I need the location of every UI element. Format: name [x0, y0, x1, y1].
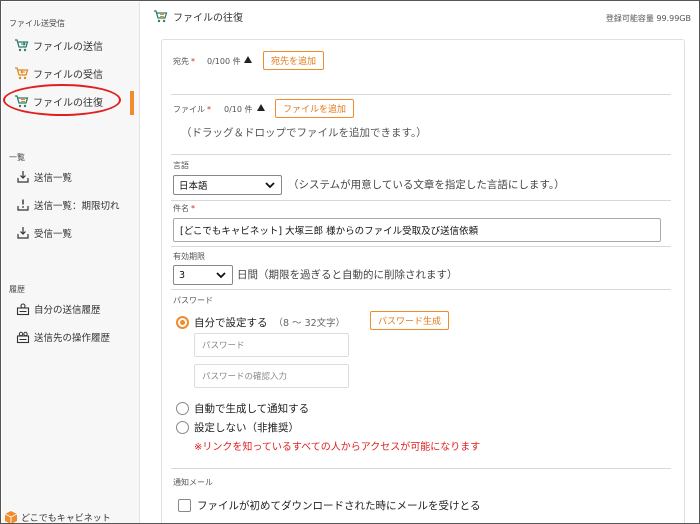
language-select-value: 日本語 — [179, 181, 208, 192]
sidebar: ファイル送受信 ファイルの送信 ファイルの受信 ファイルの往復 一覧 送信一覧 … — [2, 2, 140, 523]
notify-first-download-checkbox[interactable] — [178, 499, 191, 512]
cart-send-icon — [14, 38, 29, 53]
expiry-unit-hint: 日間（期限を過ぎると自動的に削除されます） — [237, 269, 458, 281]
app-window: ファイル送受信 ファイルの送信 ファイルの受信 ファイルの往復 一覧 送信一覧 … — [0, 0, 700, 524]
highlight-annotation — [3, 84, 121, 116]
password-warning: ※リンクを知っているすべての人からアクセスが可能になります — [194, 442, 481, 453]
files-count: 0/10 件 — [224, 105, 253, 114]
generate-password-button[interactable]: パスワード生成 — [370, 311, 450, 330]
password-self-label: 自分で設定する （8 〜 32文字） — [194, 317, 346, 329]
active-indicator — [130, 91, 134, 115]
divider — [171, 289, 671, 290]
password-self-radio[interactable] — [176, 316, 189, 329]
sidebar-item-label: 送信先の操作履歴 — [34, 333, 111, 344]
user-history-icon — [15, 302, 30, 317]
language-hint: （システムが用意している文章を指定した言語にします。） — [288, 179, 565, 191]
recipients-count: 0/100 件 — [207, 57, 241, 66]
page-title-text: ファイルの往復 — [173, 13, 243, 24]
sidebar-item-label: ファイルの受信 — [33, 69, 103, 81]
expiry-select[interactable]: 3 — [173, 265, 233, 285]
sidebar-item-label: 送信一覧：期限切れ — [34, 201, 120, 212]
add-recipient-button[interactable]: 宛先を追加 — [263, 51, 325, 70]
sidebar-item-send[interactable]: ファイルの送信 — [14, 35, 103, 55]
divider — [171, 94, 671, 95]
sidebar-item-receive[interactable]: ファイルの受信 — [14, 63, 103, 83]
cabinet-logo-icon — [4, 510, 18, 523]
section-label-transfer: ファイル送受信 — [9, 19, 65, 28]
password-none-label: 設定しない（非推奨） — [194, 422, 299, 434]
cart-receive-icon — [14, 66, 29, 81]
expiry-label: 有効期限 — [173, 252, 205, 261]
password-confirm-input[interactable]: パスワードの確認入力 — [194, 364, 349, 388]
users-history-icon — [15, 330, 30, 345]
sidebar-item-sent-list[interactable]: 送信一覧 — [15, 167, 72, 187]
add-file-button[interactable]: ファイルを追加 — [275, 99, 355, 118]
subject-input[interactable]: [どこでもキャビネット] 大塚三郎 様からのファイル受取及び送信依頼 — [173, 218, 661, 242]
page-title: ファイルの往復 — [153, 9, 243, 24]
password-none-radio[interactable] — [176, 421, 189, 434]
sidebar-item-my-history[interactable]: 自分の送信履歴 — [15, 299, 101, 319]
divider — [171, 154, 671, 155]
password-auto-radio[interactable] — [176, 402, 189, 415]
section-label-list: 一覧 — [9, 153, 25, 162]
subject-label: 件名 * — [173, 204, 195, 213]
tray-alert-icon — [15, 198, 30, 213]
collapse-up-icon[interactable] — [244, 56, 252, 63]
chevron-down-icon — [215, 269, 227, 284]
capacity-label: 登録可能容量 99.99GB — [605, 14, 691, 23]
files-label: ファイル * — [173, 105, 211, 114]
password-label: パスワード — [173, 296, 213, 305]
recipients-label: 宛先 * — [173, 57, 195, 66]
tray-download-icon — [15, 226, 30, 241]
sidebar-item-received-list[interactable]: 受信一覧 — [15, 223, 72, 243]
brand-logo: どこでもキャビネット — [4, 510, 111, 524]
sidebar-item-label: 受信一覧 — [34, 229, 73, 240]
sidebar-item-label: 送信一覧 — [34, 173, 73, 184]
divider — [171, 468, 671, 469]
password-auto-label: 自動で生成して通知する — [194, 403, 310, 415]
language-select[interactable]: 日本語 — [173, 175, 282, 195]
chevron-down-icon — [264, 179, 276, 194]
file-drop-zone[interactable]: （ドラッグ＆ドロップでファイルを追加できます。） — [181, 125, 427, 140]
collapse-up-icon[interactable] — [257, 104, 265, 111]
notify-label: 通知メール — [173, 478, 213, 487]
divider — [171, 200, 671, 201]
section-label-history: 履歴 — [9, 285, 25, 294]
notify-first-download-label: ファイルが初めてダウンロードされた時にメールを受けとる — [197, 500, 481, 512]
sidebar-item-recipient-history[interactable]: 送信先の操作履歴 — [15, 327, 110, 347]
password-input[interactable]: パスワード — [194, 333, 349, 357]
sidebar-item-sent-expired[interactable]: 送信一覧：期限切れ — [15, 195, 120, 215]
cart-roundtrip-icon — [153, 9, 168, 24]
sidebar-item-label: ファイルの送信 — [33, 41, 103, 53]
sidebar-item-label: 自分の送信履歴 — [34, 305, 101, 316]
language-label: 言語 — [173, 161, 189, 170]
divider — [171, 246, 671, 247]
brand-name: どこでもキャビネット — [21, 513, 111, 524]
tray-download-icon — [15, 170, 30, 185]
expiry-select-value: 3 — [179, 269, 186, 281]
